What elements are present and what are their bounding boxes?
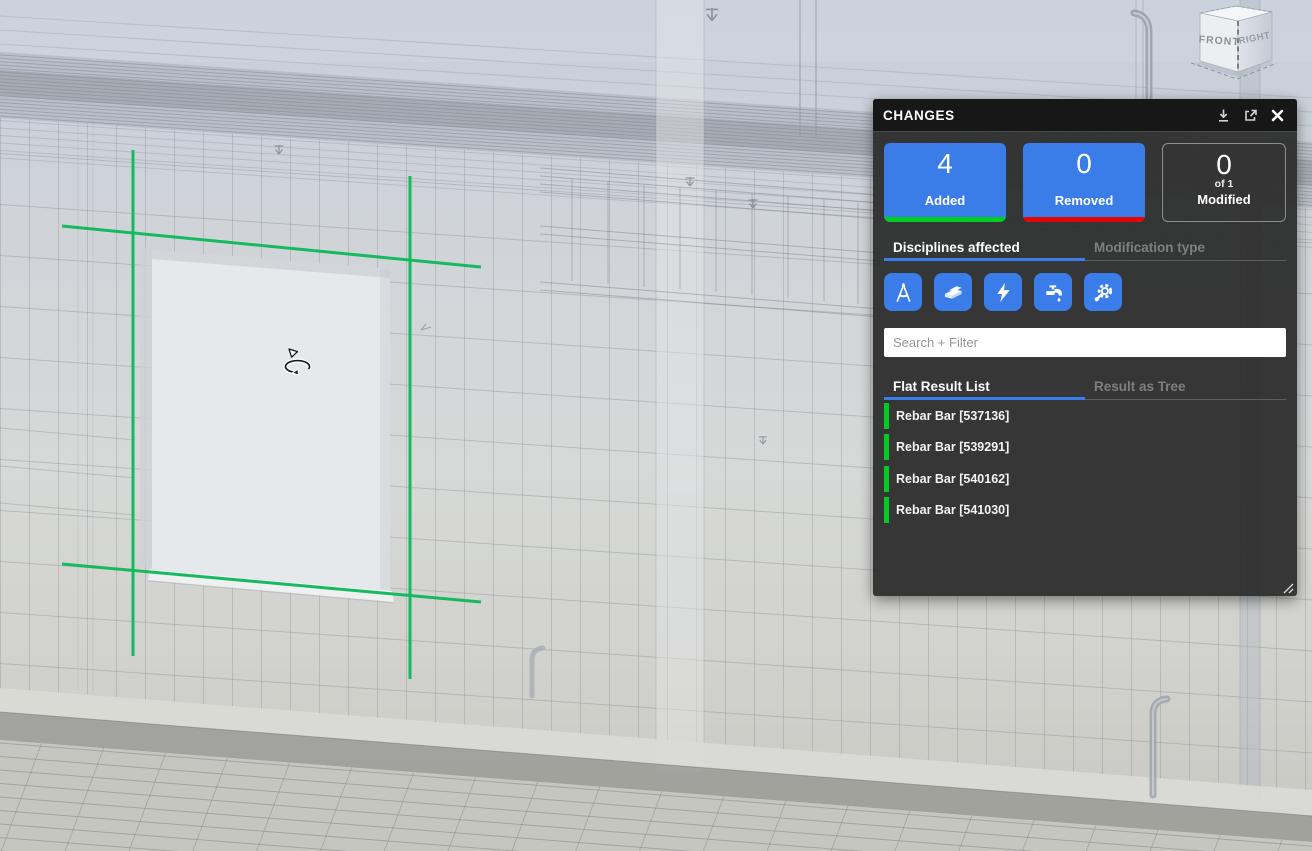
result-list: Rebar Bar [537136] Rebar Bar [539291] Re…	[884, 400, 1286, 526]
modified-card[interactable]: 0 of 1 Modified	[1162, 143, 1286, 222]
gear-wrench-icon	[1094, 283, 1112, 301]
summary-cards: 4 Added 0 Removed 0 of 1 Modified	[884, 143, 1286, 222]
discipline-button-mechanical[interactable]	[1084, 273, 1122, 311]
close-icon[interactable]	[1269, 107, 1285, 123]
added-status-bar	[884, 402, 889, 429]
panel-title: CHANGES	[883, 107, 955, 123]
download-icon[interactable]	[1215, 107, 1231, 123]
added-count: 4	[937, 148, 953, 179]
result-item[interactable]: Rebar Bar [540162]	[884, 463, 1286, 495]
compass-icon	[895, 282, 911, 302]
tab-disciplines-affected[interactable]: Disciplines affected	[884, 238, 1085, 261]
result-item[interactable]: Rebar Bar [537136]	[884, 400, 1286, 432]
added-status-bar	[884, 465, 889, 492]
changes-panel-header[interactable]: CHANGES	[873, 99, 1297, 132]
window-opening	[140, 247, 395, 604]
added-status-bar	[884, 434, 889, 461]
discipline-button-structural[interactable]	[934, 273, 972, 311]
removed-count: 0	[1076, 148, 1092, 179]
lightning-bolt-icon	[996, 282, 1010, 302]
result-item[interactable]: Rebar Bar [541030]	[884, 495, 1286, 527]
discipline-button-architecture[interactable]	[884, 273, 922, 311]
modified-sub: of 1	[1214, 178, 1234, 191]
result-item[interactable]: Rebar Bar [539291]	[884, 432, 1286, 464]
panel-resize-handle[interactable]	[1282, 581, 1294, 594]
removed-accent-strip	[1023, 217, 1145, 222]
discipline-filter-row	[884, 273, 1286, 311]
result-tabs: Flat Result List Result as Tree	[884, 377, 1286, 400]
added-accent-strip	[884, 217, 1006, 222]
removed-card[interactable]: 0 Removed	[1023, 143, 1145, 222]
view-cube[interactable]: FRONT RIGHT	[1185, 2, 1305, 92]
added-status-bar	[884, 497, 889, 524]
removed-label: Removed	[1054, 193, 1114, 208]
discipline-button-electrical[interactable]	[984, 273, 1022, 311]
search-input[interactable]	[884, 328, 1286, 357]
added-card[interactable]: 4 Added	[884, 143, 1006, 222]
modified-label: Modified	[1197, 191, 1251, 207]
filter-tabs: Disciplines affected Modification type	[884, 238, 1286, 261]
tab-result-as-tree[interactable]: Result as Tree	[1085, 377, 1286, 400]
tab-flat-result-list[interactable]: Flat Result List	[884, 377, 1085, 400]
faucet-icon	[1045, 284, 1062, 302]
changes-panel: CHANGES 4 Added 0 Removed 0 of 1 Modifie…	[873, 99, 1297, 596]
tab-modification-type[interactable]: Modification type	[1085, 238, 1286, 261]
modified-count: 0	[1216, 149, 1232, 180]
discipline-button-plumbing[interactable]	[1034, 273, 1072, 311]
added-label: Added	[924, 193, 966, 208]
open-external-icon[interactable]	[1242, 107, 1258, 123]
steel-beam-icon	[944, 285, 962, 299]
search-wrap	[884, 328, 1286, 357]
